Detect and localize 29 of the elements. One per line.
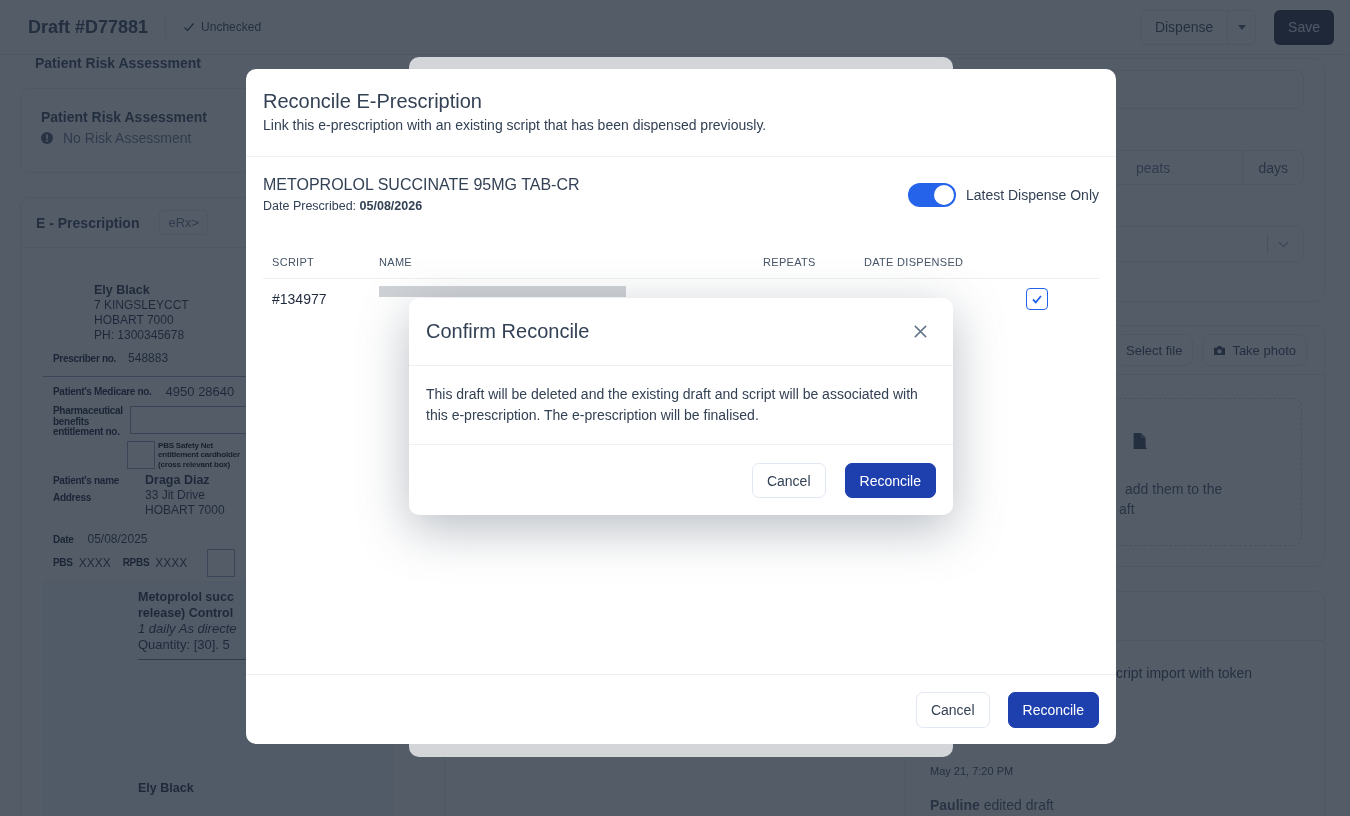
form-label: RPBS (122, 557, 150, 569)
close-icon[interactable] (913, 323, 928, 339)
column-header: DATE DISPENSED (864, 255, 965, 268)
dialog-title: Reconcile E-Prescription (263, 89, 483, 113)
form-label: Prescriber no. (53, 352, 117, 365)
check-icon (1031, 293, 1043, 305)
dialog-subtitle: Link this e-prescription with an existing script that has been dispensed previously. (263, 116, 768, 135)
dialog-title: Confirm Reconcile (426, 319, 590, 343)
cancel-button[interactable]: Cancel (751, 463, 826, 498)
date-prescribed: Date Prescribed: 05/08/2026 (263, 198, 424, 215)
column-header: REPEATS (763, 255, 817, 268)
toggle-switch[interactable] (907, 183, 956, 207)
column-header: SCRIPT (272, 255, 316, 268)
table-cell-text: #134977 (272, 291, 328, 307)
reconcile-button[interactable]: Reconcile (1007, 692, 1099, 728)
form-label: Address (53, 491, 92, 505)
confirm-message: This draft will be deleted and the existing draft and script will be associated with this e-prescription. The e-prescription will be finalised. (409, 366, 953, 445)
cancel-button[interactable]: Cancel (915, 692, 990, 728)
drug-name: METOPROLOL SUCCINATE 95MG TAB-CR (263, 175, 580, 195)
row-checkbox[interactable] (1026, 288, 1048, 310)
form-label: Date (53, 533, 74, 546)
toggle-label: Latest Dispense Only (965, 187, 1099, 203)
form-label: Patient's name (53, 474, 120, 488)
form-label: Patient's Medicare no. (53, 386, 152, 398)
form-label: PBS (53, 557, 73, 569)
reconcile-button[interactable]: Reconcile (844, 463, 936, 498)
form-note: PBS Safety Net entitlement cardholder (cross relevant box) (158, 440, 241, 469)
form-label: Pharmaceutical benefits entitlement no. (53, 406, 124, 438)
column-header: NAME (379, 255, 413, 268)
